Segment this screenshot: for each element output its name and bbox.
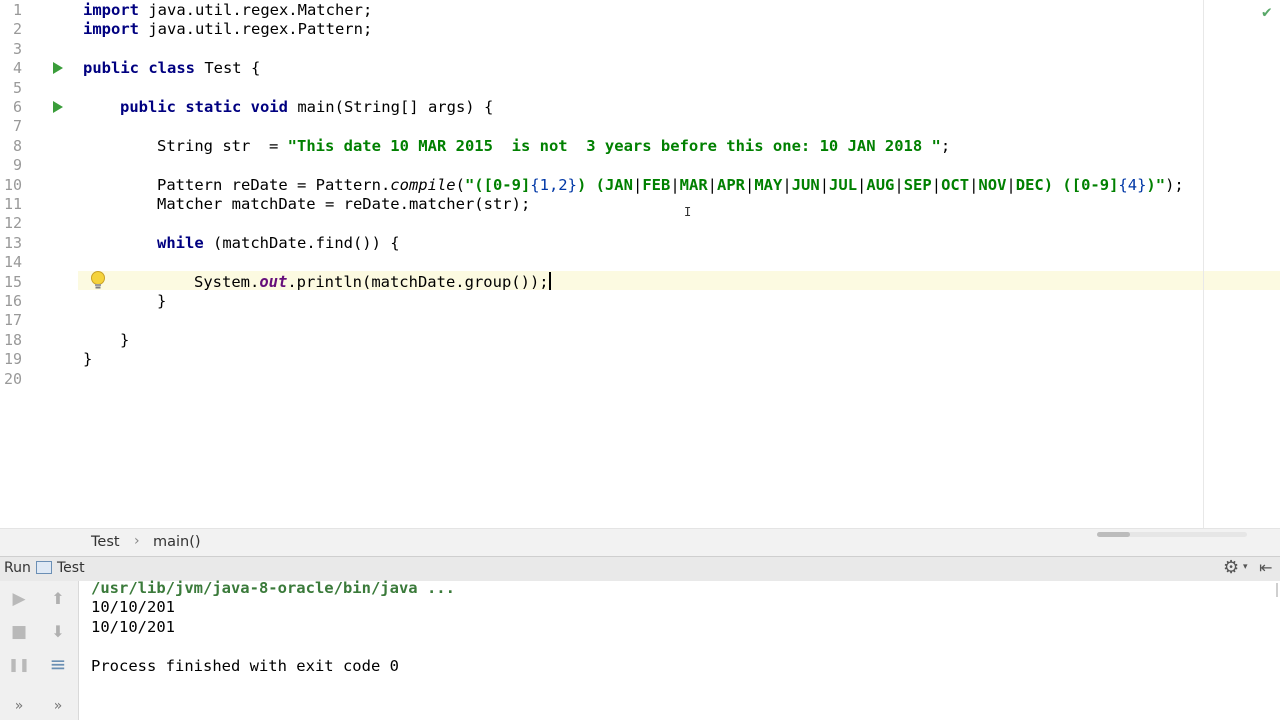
console-scrollbar[interactable] [1276,583,1278,597]
code-line-4: public class Test { [83,59,261,78]
line-number: 3 [12,39,22,58]
run-window-title: Run [4,560,31,576]
scrollbar-thumb[interactable] [1097,532,1130,537]
breadcrumb-method[interactable]: main() [153,534,201,550]
line-number: 8 [12,136,22,155]
line-number: 2 [12,20,22,39]
line-number: 7 [12,117,22,136]
run-main-gutter-icon[interactable] [53,101,63,113]
arrow-down-icon[interactable]: ⬇ [47,620,69,642]
more-actions-icon[interactable]: » [47,695,69,717]
horizontal-scrollbar[interactable] [1097,532,1247,537]
code-line-18: } [120,330,130,349]
breadcrumb-class[interactable]: Test [91,534,120,550]
code-line-16: } [157,292,167,310]
line-number: 16 [3,292,22,310]
run-config-icon [36,561,52,574]
breadcrumb: Test › main() [0,528,1280,557]
no-problems-check-icon[interactable]: ✔ [1262,2,1272,21]
console-command-line: /usr/lib/jvm/java-8-oracle/bin/java ... [91,579,455,597]
mouse-ibeam-cursor: I [684,205,692,219]
chevron-down-icon[interactable]: ▾ [1243,562,1248,572]
code-line-11: Matcher matchDate = reDate.matcher(str); [157,195,531,213]
run-console[interactable]: /usr/lib/jvm/java-8-oracle/bin/java ... … [79,579,1280,720]
code-line-13: while (matchDate.find()) { [157,233,400,252]
current-line-highlight [0,271,1280,291]
code-line-1: import java.util.regex.Matcher; [83,1,373,19]
line-number: 9 [12,156,22,175]
right-margin-guide [1203,0,1204,528]
chevron-right-icon: › [134,533,140,549]
run-side-toolbar: ▶ ⬆ ■ ⬇ ❚❚ ≡ » » [0,581,79,720]
line-number: 12 [3,214,22,233]
arrow-up-icon[interactable]: ⬆ [47,587,69,609]
code-line-10: Pattern reDate = Pattern.compile("([0-9]… [157,175,1184,194]
text-caret [549,272,551,290]
pause-icon[interactable]: ❚❚ [8,654,30,676]
gear-icon[interactable]: ⚙ [1223,557,1239,578]
line-number: 17 [3,311,22,330]
line-number: 20 [3,369,22,388]
line-number: 11 [3,195,22,213]
code-line-6: public static void main(String[] args) { [120,98,494,116]
soft-wrap-icon[interactable]: ≡ [47,652,69,676]
code-line-8: String str = "This date 10 MAR 2015 is n… [157,136,951,155]
line-number: 6 [12,98,22,116]
line-number: 14 [3,253,22,272]
hide-panel-icon[interactable]: ⇤ [1259,558,1272,577]
line-number: 4 [12,59,22,78]
console-output-line: 10/10/201 [91,617,175,636]
line-number: 10 [3,175,22,194]
line-number: 5 [12,78,22,97]
run-tab-test[interactable]: Test [57,560,85,576]
stop-icon[interactable]: ■ [8,621,30,643]
line-number: 15 [3,272,22,291]
run-class-gutter-icon[interactable] [53,62,63,74]
line-number: 13 [3,233,22,252]
lightbulb-icon[interactable] [89,270,107,290]
more-actions-icon[interactable]: » [8,695,30,717]
console-output-line: 10/10/201 [91,598,175,617]
code-line-15: System.out.println(matchDate.group()); [194,272,549,291]
rerun-icon[interactable]: ▶ [8,588,30,610]
code-line-19: } [83,350,93,369]
code-editor[interactable]: 1 2 3 4 5 6 7 8 9 10 11 12 13 14 15 16 1… [0,0,1280,528]
line-number: 18 [3,330,22,349]
line-number: 19 [3,350,22,369]
console-exit-message: Process finished with exit code 0 [91,656,399,675]
line-number: 1 [12,1,22,19]
code-line-2: import java.util.regex.Pattern; [83,20,373,39]
